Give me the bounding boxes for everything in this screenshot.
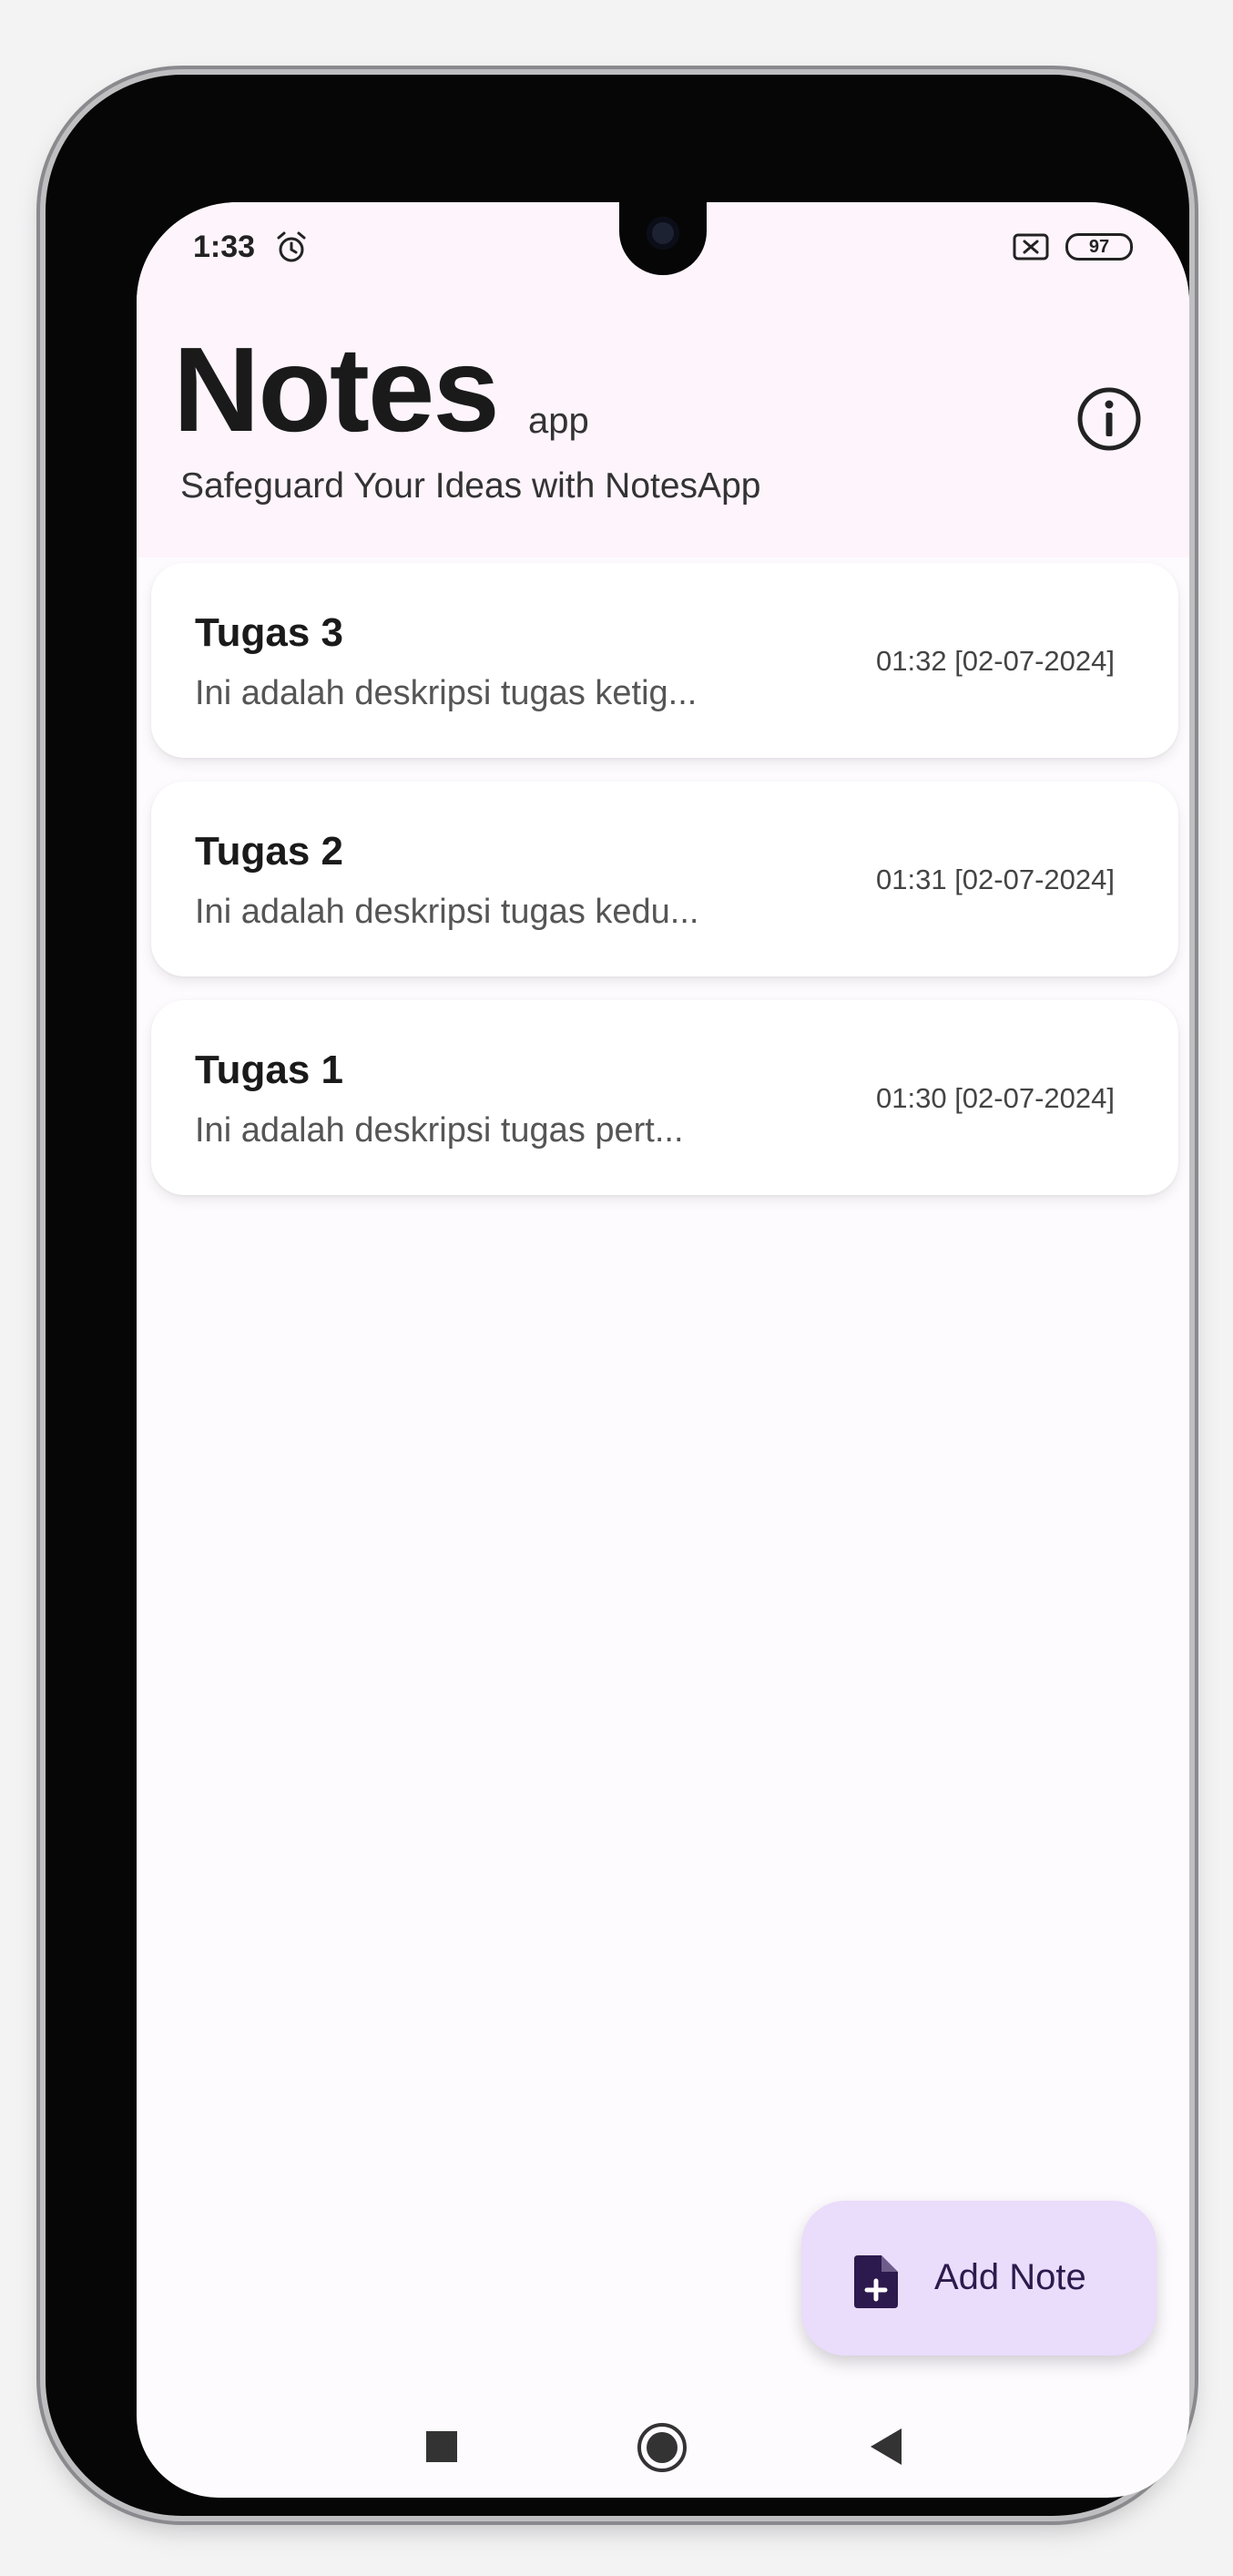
add-note-label: Add Note	[934, 2257, 1086, 2297]
recent-apps-button[interactable]	[426, 2431, 457, 2462]
alarm-icon	[277, 231, 306, 262]
back-button[interactable]	[867, 2427, 903, 2467]
page-subtitle: Safeguard Your Ideas with NotesApp	[180, 466, 761, 506]
note-card[interactable]: Tugas 2 Ini adalah deskripsi tugas kedu.…	[151, 782, 1178, 976]
title-suffix: app	[528, 401, 589, 441]
note-title: Tugas 1	[195, 1048, 344, 1092]
home-button[interactable]	[637, 2422, 688, 2473]
front-camera	[647, 217, 679, 250]
note-timestamp: 01:32 [02-07-2024]	[876, 645, 1115, 677]
note-card[interactable]: Tugas 3 Ini adalah deskripsi tugas ketig…	[151, 563, 1178, 758]
status-time: 1:33	[193, 230, 256, 264]
note-timestamp: 01:30 [02-07-2024]	[876, 1082, 1115, 1114]
note-description: Ini adalah deskripsi tugas pert...	[195, 1111, 684, 1150]
no-sim-icon	[1013, 233, 1049, 261]
app-screen: 1:33 97 Notes app Safeguard Your Ideas w…	[137, 202, 1189, 2498]
note-add-icon	[854, 2255, 898, 2308]
note-description: Ini adalah deskripsi tugas kedu...	[195, 893, 699, 931]
phone-frame: 1:33 97 Notes app Safeguard Your Ideas w…	[46, 75, 1189, 2516]
note-timestamp: 01:31 [02-07-2024]	[876, 864, 1115, 895]
note-card[interactable]: Tugas 1 Ini adalah deskripsi tugas pert.…	[151, 1000, 1178, 1195]
note-title: Tugas 3	[195, 610, 344, 655]
add-note-button[interactable]: Add Note	[801, 2201, 1157, 2356]
info-icon[interactable]	[1075, 384, 1144, 454]
battery-indicator: 97	[1065, 233, 1133, 261]
page-title: Notes	[173, 322, 500, 456]
note-title: Tugas 2	[195, 829, 344, 874]
note-description: Ini adalah deskripsi tugas ketig...	[195, 674, 698, 712]
